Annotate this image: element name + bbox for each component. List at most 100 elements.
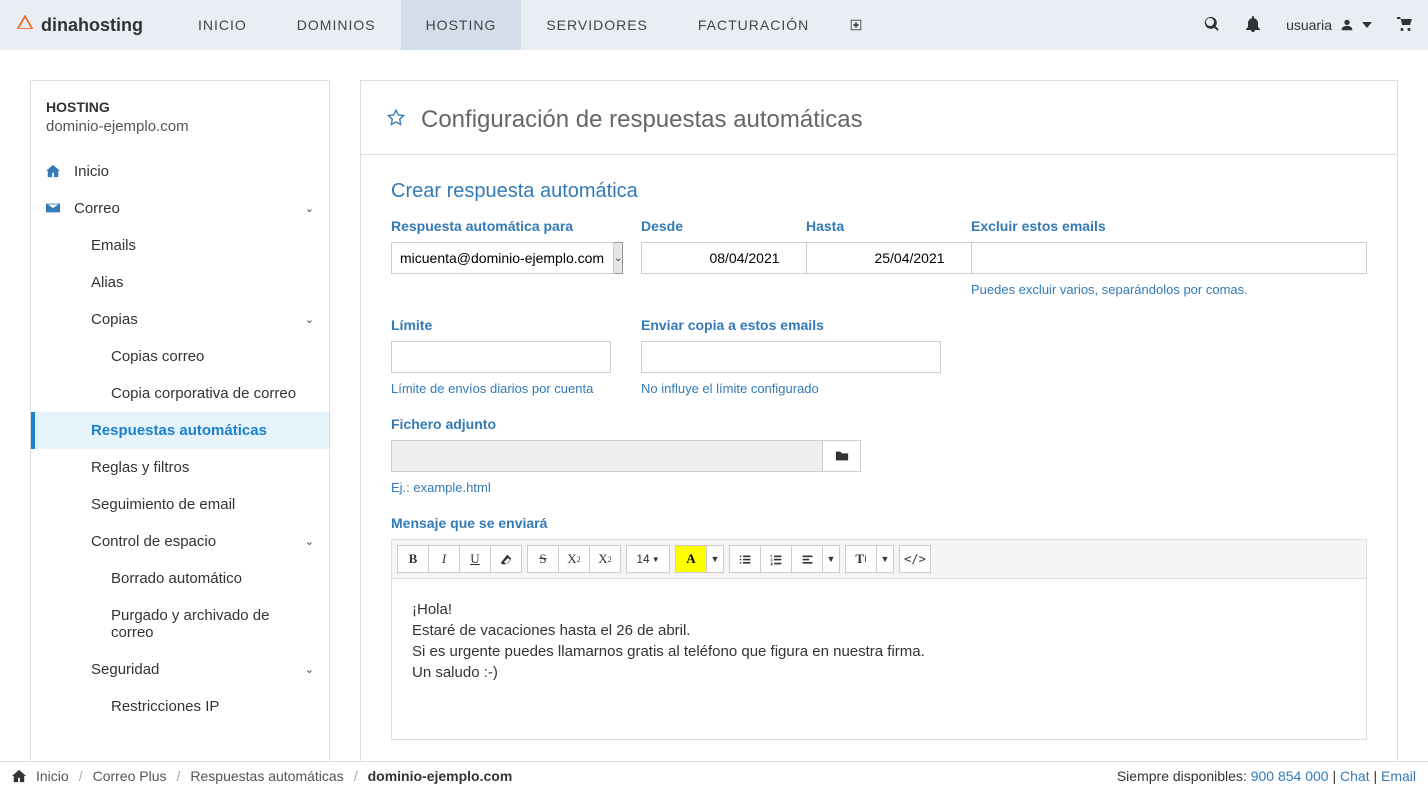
footer-chat[interactable]: Chat xyxy=(1340,768,1370,784)
sidebar-item-reglas[interactable]: Reglas y filtros xyxy=(31,449,329,486)
erase-button[interactable] xyxy=(490,545,522,573)
eraser-icon xyxy=(500,553,513,566)
sidebar-item-alias[interactable]: Alias xyxy=(31,264,329,301)
sidebar-item-control[interactable]: Control de espacio ⌄ xyxy=(31,523,329,560)
sidebar-label: Seguridad xyxy=(91,661,159,678)
bold-button[interactable]: B xyxy=(397,545,429,573)
align-caret[interactable]: ▼ xyxy=(822,545,840,573)
sidebar-item-emails[interactable]: Emails xyxy=(31,227,329,264)
main-layout: HOSTING dominio-ejemplo.com Inicio Corre… xyxy=(0,50,1428,766)
sidebar-item-restricciones[interactable]: Restricciones IP xyxy=(31,688,329,725)
code-button[interactable]: </> xyxy=(899,545,931,573)
nav-add[interactable] xyxy=(834,0,878,50)
ol-button[interactable] xyxy=(760,545,792,573)
field-limite: Límite Límite de envíos diarios por cuen… xyxy=(391,317,611,396)
file-input[interactable] xyxy=(391,440,823,472)
strike-button[interactable]: S xyxy=(527,545,559,573)
nav-facturacion[interactable]: Facturación xyxy=(673,0,834,50)
msg-line: Un saludo :-) xyxy=(412,662,1346,683)
user-menu[interactable]: usuaria xyxy=(1286,17,1372,33)
sidebar-label: Seguimiento de email xyxy=(91,496,235,513)
sidebar-item-respuestas[interactable]: Respuestas automáticas xyxy=(31,412,329,449)
top-nav-right: usuaria xyxy=(1204,16,1413,35)
page-title: Configuración de respuestas automáticas xyxy=(421,106,863,134)
para-select-wrap[interactable]: micuenta@dominio-ejemplo.com ⌄ xyxy=(391,242,611,274)
fichero-label: Fichero adjunto xyxy=(391,416,861,432)
file-group xyxy=(391,440,861,472)
font-caret[interactable]: ▼ xyxy=(876,545,894,573)
sidebar-label: Copia corporativa de correo xyxy=(111,385,296,402)
sidebar-label: Restricciones IP xyxy=(111,698,219,715)
search-icon[interactable] xyxy=(1204,16,1220,35)
excluir-input[interactable] xyxy=(971,242,1367,274)
align-button[interactable] xyxy=(791,545,823,573)
textcolor-button[interactable]: A xyxy=(675,545,707,573)
home-icon[interactable] xyxy=(12,768,26,784)
superscript-button[interactable]: X2 xyxy=(558,545,590,573)
nav-servidores[interactable]: Servidores xyxy=(521,0,673,50)
breadcrumb-sep: / xyxy=(177,768,181,784)
breadcrumb-inicio[interactable]: Inicio xyxy=(36,768,69,784)
nav-inicio[interactable]: Inicio xyxy=(173,0,272,50)
sidebar-title: HOSTING xyxy=(46,99,314,115)
align-icon xyxy=(801,553,814,566)
sidebar-label: Copias correo xyxy=(111,348,204,365)
breadcrumb-respuestas[interactable]: Respuestas automáticas xyxy=(190,768,343,784)
italic-button[interactable]: I xyxy=(428,545,460,573)
msg-line: Si es urgente puedes llamarnos gratis al… xyxy=(412,641,1346,662)
user-icon xyxy=(1340,18,1354,32)
nav-dominios[interactable]: Dominios xyxy=(272,0,401,50)
ul-button[interactable] xyxy=(729,545,761,573)
copia-label: Enviar copia a estos emails xyxy=(641,317,941,333)
sidebar-item-correo[interactable]: Correo ⌄ xyxy=(31,190,329,227)
breadcrumb: Inicio / Correo Plus / Respuestas automá… xyxy=(12,768,512,784)
editor-body[interactable]: ¡Hola! Estaré de vacaciones hasta el 26 … xyxy=(392,579,1366,739)
mensaje-label: Mensaje que se enviará xyxy=(391,515,1367,531)
sidebar-item-seguimiento[interactable]: Seguimiento de email xyxy=(31,486,329,523)
file-browse-button[interactable] xyxy=(823,440,861,472)
sidebar-label: Correo xyxy=(74,200,120,217)
textcolor-caret[interactable]: ▼ xyxy=(706,545,724,573)
hasta-input-group xyxy=(806,242,941,274)
footer-email[interactable]: Email xyxy=(1381,768,1416,784)
nav-hosting[interactable]: Hosting xyxy=(401,0,522,50)
form-row-3: Fichero adjunto Ej.: example.html xyxy=(391,416,1367,495)
caret-down-icon xyxy=(1362,22,1372,28)
copia-input[interactable] xyxy=(641,341,941,373)
select-dropdown-button[interactable]: ⌄ xyxy=(614,242,623,274)
footer-phone[interactable]: 900 854 000 xyxy=(1251,768,1329,784)
para-select[interactable]: micuenta@dominio-ejemplo.com xyxy=(391,242,614,274)
brand-logo[interactable]: dinahosting xyxy=(15,13,143,37)
star-icon[interactable] xyxy=(386,108,406,132)
sidebar-item-copias[interactable]: Copias ⌄ xyxy=(31,301,329,338)
underline-button[interactable]: U xyxy=(459,545,491,573)
excluir-help: Puedes excluir varios, separándolos por … xyxy=(971,282,1367,297)
bell-icon[interactable] xyxy=(1245,16,1261,35)
para-label: Respuesta automática para xyxy=(391,218,611,234)
mail-icon xyxy=(46,201,74,217)
sidebar-item-seguridad[interactable]: Seguridad ⌄ xyxy=(31,651,329,688)
sidebar-label: Respuestas automáticas xyxy=(91,422,267,439)
sidebar-item-purgado[interactable]: Purgado y archivado de correo xyxy=(31,597,329,651)
font-button[interactable]: TI xyxy=(845,545,877,573)
sidebar-label: Emails xyxy=(91,237,136,254)
fontsize-button[interactable]: 14▼ xyxy=(626,545,670,573)
sidebar-item-copias-correo[interactable]: Copias correo xyxy=(31,338,329,375)
sidebar-item-copia-corp[interactable]: Copia corporativa de correo xyxy=(31,375,329,412)
footer-sep: | xyxy=(1332,768,1340,784)
limite-label: Límite xyxy=(391,317,611,333)
field-copia: Enviar copia a estos emails No influye e… xyxy=(641,317,941,396)
footer-right: Siempre disponibles: 900 854 000 | Chat … xyxy=(1117,768,1416,784)
username: usuaria xyxy=(1286,17,1332,33)
main-nav-tabs: Inicio Dominios Hosting Servidores Factu… xyxy=(173,0,878,50)
breadcrumb-correo[interactable]: Correo Plus xyxy=(93,768,167,784)
sidebar-item-borrado[interactable]: Borrado automático xyxy=(31,560,329,597)
limite-input[interactable] xyxy=(391,341,611,373)
sidebar-item-inicio[interactable]: Inicio xyxy=(31,153,329,190)
cart-icon[interactable] xyxy=(1397,16,1413,35)
footer: Inicio / Correo Plus / Respuestas automá… xyxy=(0,761,1428,790)
subscript-button[interactable]: X2 xyxy=(589,545,621,573)
msg-line: ¡Hola! xyxy=(412,599,1346,620)
list-ol-icon xyxy=(770,553,783,566)
rich-text-editor: B I U S X2 X2 14▼ xyxy=(391,539,1367,740)
